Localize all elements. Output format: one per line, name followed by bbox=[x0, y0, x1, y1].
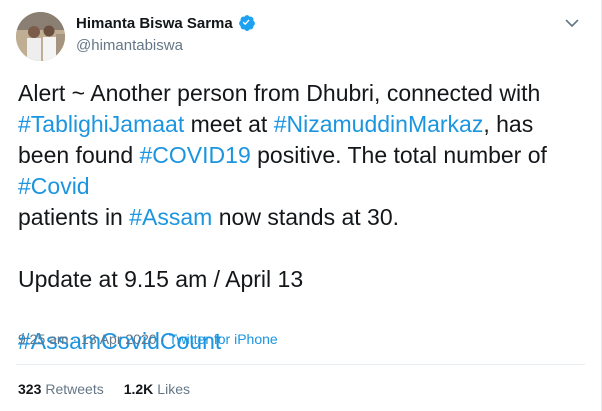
chevron-down-icon[interactable] bbox=[563, 14, 581, 32]
likes-label: Likes bbox=[157, 381, 190, 397]
retweets-label: Retweets bbox=[45, 381, 104, 397]
likes-stat[interactable]: 1.2K Likes bbox=[124, 381, 190, 397]
tweet-paragraph-update: Update at 9.15 am / April 13 bbox=[18, 266, 304, 292]
retweets-stat[interactable]: 323 Retweets bbox=[18, 381, 104, 397]
hashtag-covid19[interactable]: #COVID19 bbox=[140, 142, 251, 168]
tweet-text-segment: Alert ~ Another person from Dhubri, conn… bbox=[18, 80, 541, 106]
tweet-meta: 9:25 am · 13 Apr 2020 · Twitter for iPho… bbox=[18, 331, 278, 347]
user-info: Himanta Biswa Sarma @himantabiswa bbox=[76, 14, 256, 54]
tweet-card: Himanta Biswa Sarma @himantabiswa Alert … bbox=[0, 0, 602, 411]
tweet-text: Alert ~ Another person from Dhubri, conn… bbox=[18, 78, 588, 357]
tweet-stats: 323 Retweets 1.2K Likes bbox=[18, 381, 190, 397]
divider bbox=[16, 364, 585, 365]
tweet-text-segment: patients in bbox=[18, 204, 130, 230]
tweet-text-segment: meet at bbox=[184, 111, 274, 137]
tweet-text-segment: now stands at 30. bbox=[212, 204, 400, 230]
hashtag-nizamuddinmarkaz[interactable]: #NizamuddinMarkaz bbox=[274, 111, 484, 137]
tweet-text-segment: positive. The total number of bbox=[250, 142, 547, 168]
avatar-image bbox=[16, 12, 65, 61]
hashtag-tablighijamaat[interactable]: #TablighiJamaat bbox=[18, 111, 184, 137]
display-name[interactable]: Himanta Biswa Sarma bbox=[76, 15, 233, 32]
hashtag-assam[interactable]: #Assam bbox=[129, 204, 212, 230]
tweet-paragraph-main: Alert ~ Another person from Dhubri, conn… bbox=[18, 78, 588, 233]
tweet-source-link[interactable]: Twitter for iPhone bbox=[169, 331, 278, 347]
user-handle[interactable]: @himantabiswa bbox=[76, 37, 256, 54]
avatar[interactable] bbox=[16, 12, 65, 61]
verified-badge-icon bbox=[238, 14, 256, 32]
likes-count: 1.2K bbox=[123, 381, 154, 397]
meta-separator: · bbox=[156, 331, 169, 347]
tweet-timestamp[interactable]: 9:25 am · 13 Apr 2020 bbox=[18, 331, 157, 347]
display-name-row: Himanta Biswa Sarma bbox=[76, 14, 256, 32]
retweets-count: 323 bbox=[18, 381, 42, 397]
hashtag-covid[interactable]: #Covid bbox=[18, 173, 90, 199]
